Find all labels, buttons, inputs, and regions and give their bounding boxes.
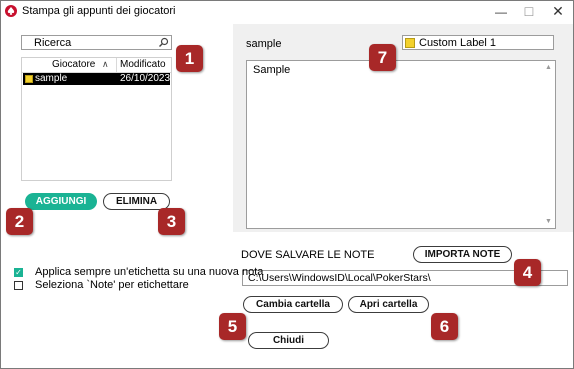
list-item-modified-date: 26/10/2023: [120, 73, 171, 84]
marker-7: 7: [369, 44, 396, 71]
always-label-checkbox[interactable]: ✓: [14, 268, 23, 277]
list-item-player-name: sample: [35, 73, 68, 84]
maximize-button[interactable]: ☐: [515, 1, 543, 22]
label-selector-text: Custom Label 1: [419, 37, 497, 49]
marker-2: 2: [6, 208, 33, 235]
import-notes-button[interactable]: IMPORTA NOTE: [413, 246, 512, 263]
column-header-player-label: Giocatore: [52, 59, 96, 70]
always-label-checkbox-label[interactable]: Applica sempre un'etichetta su una nuova…: [35, 266, 263, 278]
marker-3: 3: [158, 208, 185, 235]
marker-4: 4: [514, 259, 541, 286]
scroll-up-icon[interactable]: ▲: [545, 64, 552, 71]
list-header: Giocatore ∧ Modificato: [22, 58, 171, 73]
open-folder-button[interactable]: Apri cartella: [348, 296, 429, 313]
label-selector[interactable]: Custom Label 1: [402, 35, 554, 50]
player-list[interactable]: Giocatore ∧ Modificato sample 26/10/2023: [21, 57, 172, 181]
pokerstars-spade-icon: [5, 5, 17, 17]
scroll-down-icon[interactable]: ▼: [545, 218, 552, 225]
window-title: Stampa gli appunti dei giocatori: [22, 5, 176, 17]
change-folder-button[interactable]: Cambia cartella: [243, 296, 343, 313]
search-icon[interactable]: [158, 37, 169, 48]
search-input[interactable]: Ricerca: [21, 35, 172, 50]
note-text: Sample: [253, 64, 291, 76]
delete-button[interactable]: ELIMINA: [103, 193, 170, 210]
minimize-button[interactable]: —: [487, 1, 515, 22]
app-window: Stampa gli appunti dei giocatori — ☐ ✕ R…: [0, 0, 574, 369]
save-path-text: C:\Users\WindowsID\Local\PokerStars\: [248, 272, 431, 284]
select-notes-checkbox[interactable]: [14, 281, 23, 290]
marker-6: 6: [431, 313, 458, 340]
search-input-text: Ricerca: [34, 37, 72, 49]
marker-5: 5: [219, 313, 246, 340]
add-button[interactable]: AGGIUNGI: [25, 193, 97, 210]
save-location-heading: DOVE SALVARE LE NOTE: [241, 249, 375, 261]
close-button[interactable]: Chiudi: [248, 332, 329, 349]
close-window-button[interactable]: ✕: [544, 1, 572, 22]
note-textarea[interactable]: Sample ▲ ▼: [246, 60, 556, 229]
note-player-name: sample: [246, 38, 282, 50]
sort-arrow-icon: ∧: [102, 59, 109, 69]
marker-1: 1: [176, 45, 203, 72]
label-color-swatch: [405, 38, 415, 48]
select-notes-checkbox-label[interactable]: Seleziona `Note' per etichettare: [35, 279, 189, 291]
column-header-modified[interactable]: Modificato: [118, 59, 166, 70]
list-item[interactable]: sample 26/10/2023: [23, 73, 170, 85]
note-scrollbar[interactable]: ▲ ▼: [542, 61, 555, 228]
label-color-swatch: [25, 75, 33, 83]
title-bar: Stampa gli appunti dei giocatori — ☐ ✕: [1, 1, 573, 22]
